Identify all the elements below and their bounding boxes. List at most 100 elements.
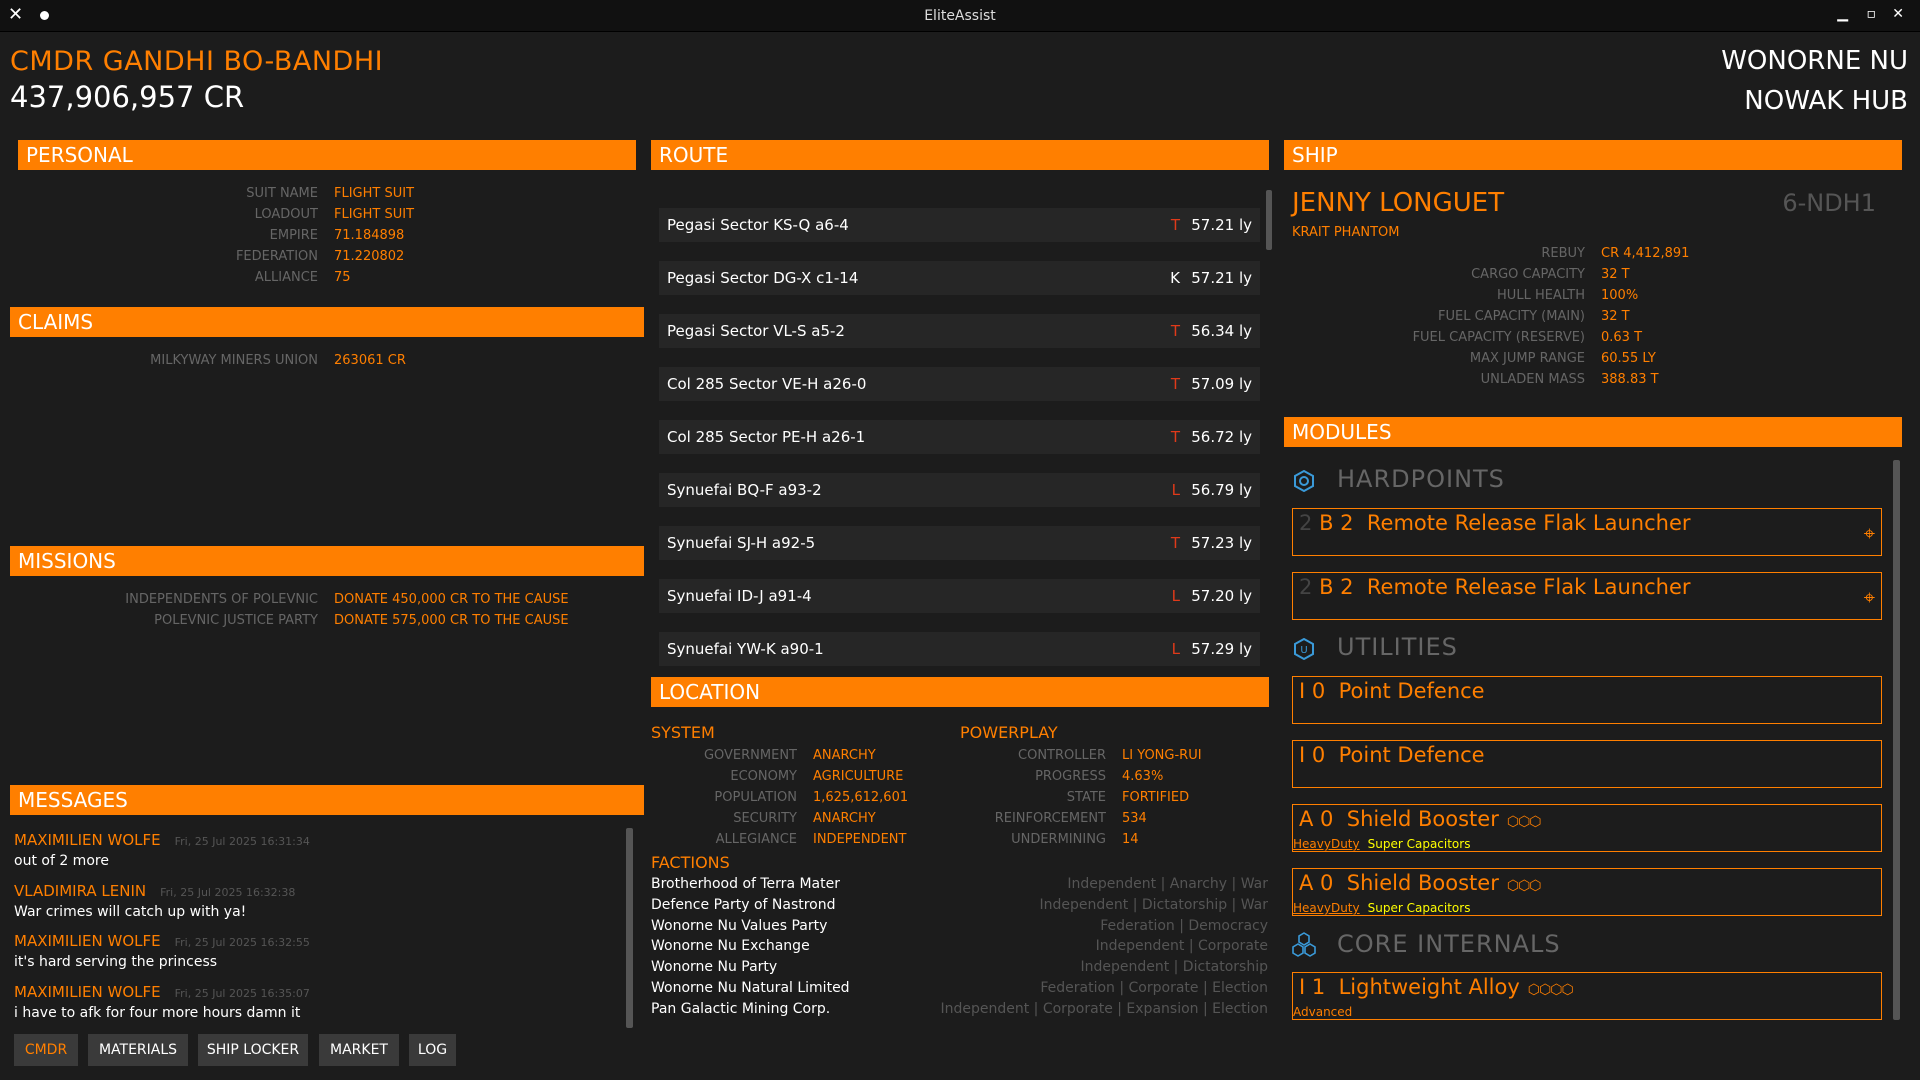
- route-system-name: Synuefai ID-J a91-4: [667, 587, 812, 605]
- kv-key: REINFORCEMENT: [994, 811, 1106, 826]
- close-button[interactable]: ✕: [1892, 6, 1904, 22]
- kv-key: FUEL CAPACITY (MAIN): [1438, 309, 1585, 324]
- route-system-name: Col 285 Sector PE-H a26-1: [667, 428, 866, 446]
- kv-row: MAX JUMP RANGE 60.55 LY: [0, 348, 1920, 369]
- tab-ship-locker[interactable]: SHIP LOCKER: [198, 1034, 308, 1066]
- kv-value: 388.83 T: [1601, 372, 1659, 387]
- kv-row: SUIT NAME FLIGHT SUIT: [0, 183, 1920, 204]
- message-sender[interactable]: MAXIMILIEN WOLFE: [14, 932, 161, 950]
- kv-value: FORTIFIED: [1122, 790, 1190, 805]
- faction-tags: Independent | Corporate: [1095, 938, 1268, 955]
- module-code: I 1: [1299, 975, 1326, 999]
- message-time: Fri, 25 Jul 2025 16:32:38: [160, 885, 296, 899]
- route-scrollbar[interactable]: [1266, 190, 1272, 250]
- tab-market[interactable]: MARKET: [319, 1034, 399, 1066]
- route-system-name: Pegasi Sector KS-Q a6-4: [667, 216, 849, 234]
- kv-value: 32 T: [1601, 267, 1630, 282]
- kv-value: 0.63 T: [1601, 330, 1643, 345]
- kv-key: MAX JUMP RANGE: [1469, 351, 1585, 366]
- module-slot-prefix: 2: [1299, 511, 1313, 535]
- kv-key: INDEPENDENTS OF POLEVNIC: [125, 592, 318, 607]
- hardpoint-module-2[interactable]: 2 B 2 Remote Release Flak Launcher ⌖: [1292, 572, 1882, 620]
- utility-module-3[interactable]: A 0 Shield Booster ⬡⬡⬡ HeavyDuty Super Cap…: [1292, 804, 1882, 852]
- kv-value: 534: [1122, 811, 1147, 826]
- route-row[interactable]: Synuefai BQ-F a93-2 L 56.79 ly: [659, 473, 1260, 507]
- hardpoint-module-1[interactable]: 2 B 2 Remote Release Flak Launcher ⌖: [1292, 508, 1882, 556]
- star-class: T: [1170, 428, 1180, 446]
- message-item[interactable]: MAXIMILIEN WOLFE Fri, 25 Jul 2025 16:35:0…: [14, 983, 310, 1021]
- modules-scrollbar[interactable]: [1893, 460, 1900, 1020]
- minimize-button[interactable]: ▁: [1837, 6, 1848, 22]
- kv-key: UNLADEN MASS: [1480, 372, 1585, 387]
- module-name: Shield Booster: [1346, 871, 1499, 895]
- current-system: WONORNE NU: [1721, 46, 1908, 76]
- messages-scrollbar[interactable]: [626, 828, 633, 1028]
- kv-value: 32 T: [1601, 309, 1630, 324]
- svg-text:U: U: [1300, 645, 1307, 656]
- route-row[interactable]: Col 285 Sector PE-H a26-1 T 56.72 ly: [659, 420, 1260, 454]
- grade-hex-icons: ⬡⬡⬡⬡: [1527, 982, 1574, 998]
- module-name: Point Defence: [1338, 679, 1485, 703]
- kv-value: FLIGHT SUIT: [334, 186, 415, 201]
- message-item[interactable]: MAXIMILIEN WOLFE Fri, 25 Jul 2025 16:32:5…: [14, 932, 310, 970]
- message-sender[interactable]: MAXIMILIEN WOLFE: [14, 983, 161, 1001]
- faction-tags: Federation | Democracy: [1100, 917, 1268, 934]
- hardpoints-icon: [1294, 470, 1314, 492]
- cmdr-name: CMDR GANDHI BO-BANDHI: [10, 46, 384, 77]
- route-row[interactable]: Synuefai SJ-H a92-5 T 57.23 ly: [659, 526, 1260, 560]
- module-blueprint: HeavyDuty: [1293, 901, 1360, 915]
- faction-name: Wonorne Nu Exchange: [651, 938, 810, 955]
- module-experimental: Super Capacitors: [1367, 837, 1471, 851]
- message-text: out of 2 more: [14, 853, 109, 869]
- tab-materials[interactable]: MATERIALS: [88, 1034, 188, 1066]
- star-class: T: [1170, 534, 1180, 552]
- kv-value: CR 4,412,891: [1601, 246, 1690, 261]
- module-blueprint: HeavyDuty: [1293, 837, 1360, 851]
- utility-module-2[interactable]: I 0 Point Defence: [1292, 740, 1882, 788]
- kv-value: 14: [1122, 832, 1139, 847]
- title-bar: ✕ EliteAssist ▁ ▫ ✕: [0, 0, 1920, 32]
- personal-header: PERSONAL: [18, 140, 636, 170]
- message-item[interactable]: VLADIMIRA LENIN Fri, 25 Jul 2025 16:32:38…: [14, 882, 295, 920]
- route-system-name: Synuefai YW-K a90-1: [667, 640, 824, 658]
- route-row[interactable]: Synuefai ID-J a91-4 L 57.20 ly: [659, 579, 1260, 613]
- message-text: it's hard serving the princess: [14, 954, 218, 970]
- route-distance: 56.72 ly: [1191, 428, 1252, 446]
- ship-name: JENNY LONGUET: [1292, 188, 1505, 218]
- utility-module-1[interactable]: I 0 Point Defence: [1292, 676, 1882, 724]
- module-experimental: Super Capacitors: [1367, 901, 1471, 915]
- kv-value: FLIGHT SUIT: [334, 207, 415, 222]
- star-class: L: [1171, 640, 1180, 658]
- kv-key: PROGRESS: [1035, 769, 1106, 784]
- module-name: Shield Booster: [1346, 807, 1499, 831]
- utility-module-4[interactable]: A 0 Shield Booster ⬡⬡⬡ HeavyDuty Super Cap…: [1292, 868, 1882, 916]
- message-text: War crimes will catch up with ya!: [14, 903, 247, 920]
- kv-key: LOADOUT: [254, 207, 318, 222]
- message-time: Fri, 25 Jul 2025 16:35:07: [174, 986, 310, 1000]
- route-header: ROUTE: [651, 140, 1269, 170]
- missions-header: MISSIONS: [10, 546, 644, 576]
- kv-key: POLEVNIC JUSTICE PARTY: [154, 613, 318, 628]
- kv-value: 100%: [1601, 288, 1639, 303]
- module-name: Remote Release Flak Launcher: [1366, 511, 1691, 535]
- kv-value: 4.63%: [1122, 769, 1164, 784]
- route-distance: 57.20 ly: [1191, 587, 1252, 605]
- route-distance: 57.21 ly: [1191, 216, 1252, 234]
- core-module-1[interactable]: I 1 Lightweight Alloy ⬡⬡⬡⬡ Advanced: [1292, 972, 1882, 1020]
- star-class: L: [1171, 481, 1180, 499]
- kv-row: UNLADEN MASS 388.83 T: [0, 369, 1920, 390]
- faction-tags: Independent | Anarchy | War: [1067, 876, 1268, 892]
- core-internals-icon: [1292, 932, 1316, 957]
- kv-row: CARGO CAPACITY 32 T: [0, 264, 1920, 285]
- tab-cmdr[interactable]: CMDR: [14, 1034, 78, 1066]
- route-row[interactable]: Synuefai YW-K a90-1 L 57.29 ly: [659, 632, 1260, 666]
- route-row[interactable]: Pegasi Sector KS-Q a6-4 T 57.21 ly: [659, 208, 1260, 242]
- route-distance: 56.79 ly: [1191, 481, 1252, 499]
- module-code: B 2: [1319, 575, 1354, 599]
- message-time: Fri, 25 Jul 2025 16:32:55: [174, 936, 310, 949]
- tab-log[interactable]: LOG: [409, 1034, 456, 1066]
- faction-name: Brotherhood of Terra Mater: [651, 876, 840, 892]
- maximize-button[interactable]: ▫: [1867, 6, 1877, 22]
- powerplay-label: POWERPLAY: [960, 723, 1058, 742]
- message-sender[interactable]: VLADIMIRA LENIN: [14, 882, 146, 900]
